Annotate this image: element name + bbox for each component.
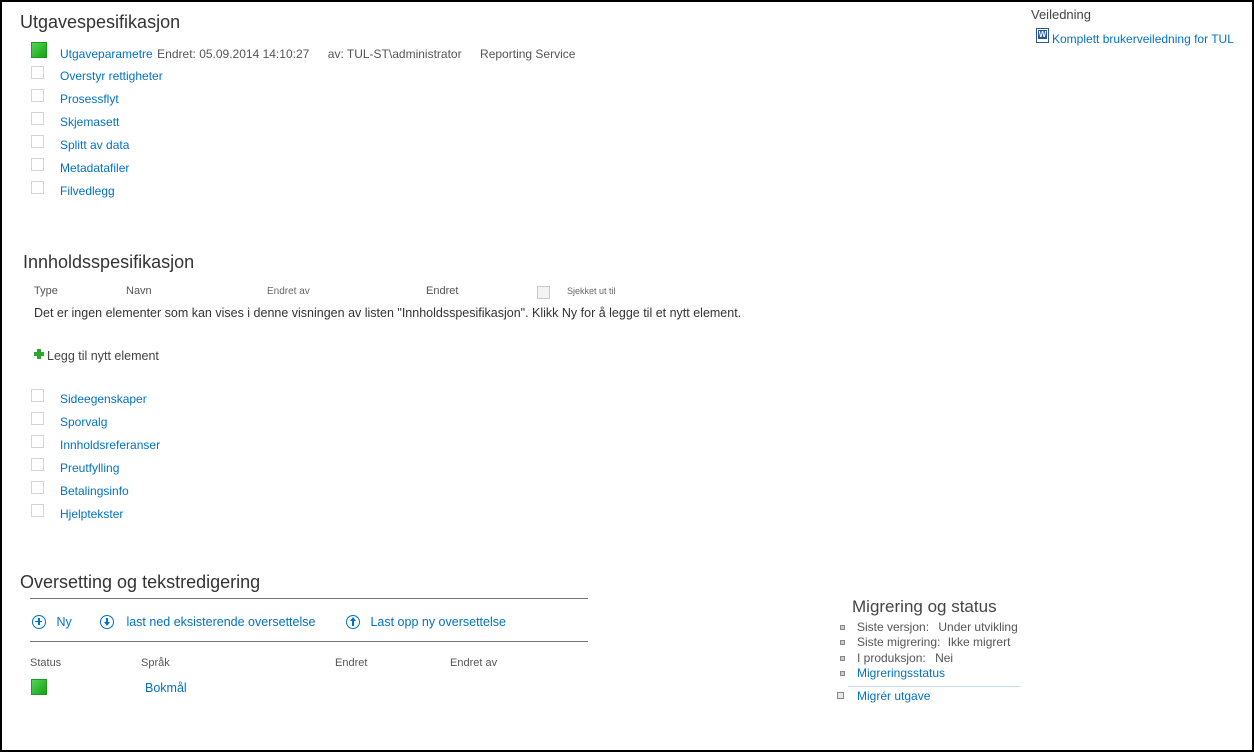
col-header-status[interactable]: Status — [30, 657, 61, 669]
migrering-title: Migrering og status — [852, 597, 997, 616]
user-guide-link[interactable]: Komplett brukerveiledning for TUL — [1052, 32, 1234, 46]
innhold-item-link[interactable]: Betalingsinfo — [60, 484, 129, 498]
page-frame — [0, 0, 1254, 752]
utgave-item-link[interactable]: Overstyr rettigheter — [60, 69, 163, 83]
migreringsstatus-link[interactable]: Migreringsstatus — [857, 666, 945, 680]
i-produksjon-value: Nei — [935, 651, 954, 665]
innhold-item-link[interactable]: Hjelptekster — [60, 507, 123, 521]
utgave-item-checkbox[interactable] — [31, 112, 44, 125]
innhold-item-checkbox[interactable] — [31, 481, 44, 494]
utgave-item-link[interactable]: Splitt av data — [60, 138, 129, 152]
upload-translation-button[interactable]: Last opp ny oversettelse — [346, 613, 506, 631]
arrow-up-circle-icon — [346, 614, 360, 629]
col-header-navn[interactable]: Navn — [126, 285, 152, 297]
innhold-item-checkbox[interactable] — [31, 435, 44, 448]
innhold-item-checkbox[interactable] — [31, 504, 44, 517]
innhold-item-checkbox[interactable] — [31, 412, 44, 425]
section-title-oversetting: Oversetting og tekstredigering — [20, 572, 261, 592]
bullet-icon — [840, 671, 845, 676]
siste-versjon-value: Under utvikling — [938, 620, 1018, 634]
download-label: last ned eksisterende oversettelse — [126, 614, 316, 629]
siste-migrering-label: Siste migrering: — [857, 635, 941, 649]
innhold-item-link[interactable]: Sporvalg — [60, 415, 107, 429]
utgave-item-checkbox[interactable] — [31, 181, 44, 194]
siste-versjon-label: Siste versjon: — [857, 620, 930, 634]
utgave-item-checkbox[interactable] — [31, 158, 44, 171]
utgave-item-checkbox[interactable] — [31, 89, 44, 102]
migrate-utgave-link[interactable]: Migrér utgave — [857, 689, 930, 703]
bullet-icon — [840, 656, 845, 661]
utgave-first-row: Utgaveparametre Endret: 05.09.2014 14:10… — [60, 45, 575, 65]
service-text: Reporting Service — [480, 47, 576, 61]
utgave-item-checkbox[interactable] — [31, 135, 44, 148]
divider-top — [30, 598, 588, 599]
veiledning-title: Veiledning — [1031, 7, 1091, 22]
add-new-item-link[interactable]: Legg til nytt element — [47, 349, 159, 363]
col-header-endret[interactable]: Endret — [426, 285, 458, 297]
section-title-utgave: Utgavespesifikasjon — [20, 12, 181, 32]
innhold-item-link[interactable]: Innholdsreferanser — [60, 438, 160, 452]
i-produksjon-label: I produksjon: — [857, 651, 926, 665]
col-header-sprak[interactable]: Språk — [141, 657, 170, 669]
divider-bottom — [30, 641, 588, 642]
translation-status-icon — [31, 679, 47, 695]
empty-list-message: Det er ingen elementer som kan vises i d… — [34, 306, 742, 320]
arrow-down-circle-icon — [100, 614, 114, 629]
utgave-item-link[interactable]: Skjemasett — [60, 115, 119, 129]
plus-circle-icon — [32, 614, 46, 629]
i-produksjon-line: I produksjon: Nei — [857, 651, 953, 665]
utgave-item-checkbox[interactable] — [31, 66, 44, 79]
download-translation-button[interactable]: last ned eksisterende oversettelse — [100, 613, 315, 631]
status-green-icon — [31, 42, 47, 58]
innhold-item-checkbox[interactable] — [31, 389, 44, 402]
innhold-item-checkbox[interactable] — [31, 458, 44, 471]
new-translation-button[interactable]: Ny — [32, 613, 72, 631]
select-all-checkbox[interactable] — [537, 286, 550, 299]
bullet-icon — [840, 625, 845, 630]
col-header-sjekket-ut[interactable]: Sjekket ut til — [567, 286, 616, 296]
col-header-endret-ov[interactable]: Endret — [335, 657, 367, 669]
section-title-innhold: Innholdsspesifikasjon — [23, 252, 195, 272]
col-header-endret-av-ov[interactable]: Endret av — [450, 657, 497, 669]
utgave-item-link[interactable]: Metadatafiler — [60, 161, 129, 175]
siste-versjon-line: Siste versjon: Under utvikling — [857, 620, 1018, 634]
col-header-endret-av[interactable]: Endret av — [267, 286, 310, 297]
changed-by-text: av: TUL-ST\administrator — [327, 47, 462, 61]
new-label: Ny — [56, 614, 72, 629]
word-document-icon: W — [1036, 28, 1049, 43]
changed-text: Endret: 05.09.2014 14:10:27 — [157, 47, 310, 61]
utgave-item-link[interactable]: Filvedlegg — [60, 184, 115, 198]
word-icon-letter: W — [1038, 30, 1047, 39]
language-link-bokmal[interactable]: Bokmål — [145, 681, 187, 695]
siste-migrering-line: Siste migrering: Ikke migrert — [857, 635, 1010, 649]
innhold-item-link[interactable]: Preutfylling — [60, 461, 119, 475]
innhold-item-link[interactable]: Sideegenskaper — [60, 392, 147, 406]
col-header-type[interactable]: Type — [34, 285, 58, 297]
upload-label: Last opp ny oversettelse — [370, 614, 506, 629]
utgaveparametre-link[interactable]: Utgaveparametre — [60, 47, 153, 61]
migrate-icon[interactable] — [837, 692, 844, 699]
siste-migrering-value: Ikke migrert — [947, 635, 1011, 649]
add-plus-icon[interactable] — [34, 349, 44, 359]
migrering-divider — [848, 686, 1020, 687]
utgave-item-link[interactable]: Prosessflyt — [60, 92, 119, 106]
bullet-icon — [840, 640, 845, 645]
